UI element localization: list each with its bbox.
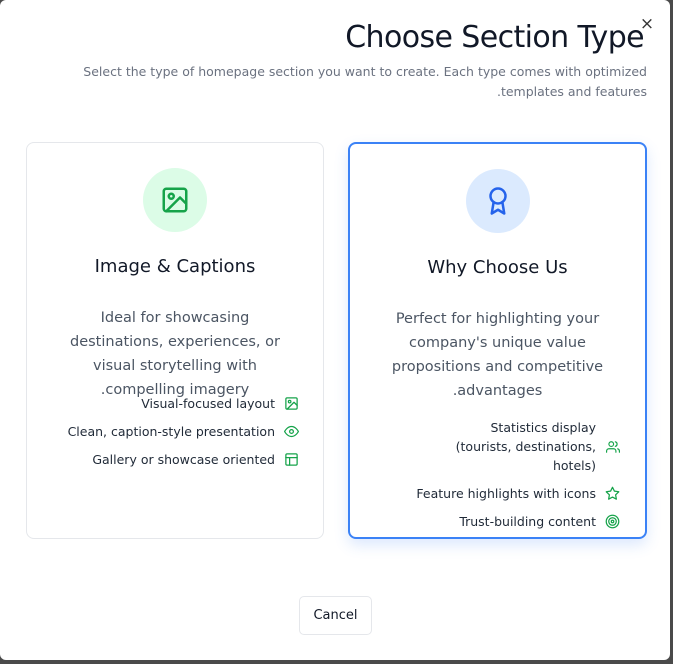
award-icon: [465, 169, 530, 233]
feature-item: Gallery or showcase oriented: [92, 450, 299, 469]
image-icon: [284, 396, 299, 411]
section-type-dialog: × Choose Section Type Select the type of…: [0, 0, 670, 660]
card-description: Perfect for highlighting your company's …: [391, 311, 604, 399]
feature-list: Statistics display (tourists, destinatio…: [416, 418, 620, 540]
section-type-card-image-captions[interactable]: Image & Captions Ideal for showcasing de…: [26, 142, 324, 539]
feature-label: Feature highlights with icons: [416, 486, 596, 501]
feature-label: Gallery or showcase oriented: [92, 452, 275, 467]
card-title: Why Choose Us: [427, 257, 568, 278]
eye-icon: [284, 424, 299, 439]
card-title: Image & Captions: [94, 256, 256, 277]
feature-item: Statistics display (tourists, destinatio…: [436, 418, 620, 475]
target-icon: [605, 514, 620, 529]
cancel-button[interactable]: Cancel: [299, 596, 372, 635]
dialog-title: Choose Section Type: [345, 20, 644, 55]
dialog-subtitle: Select the type of homepage section you …: [83, 64, 647, 99]
users-icon: [605, 439, 620, 454]
image-icon: [143, 168, 207, 232]
card-description: Ideal for showcasing destinations, exper…: [70, 310, 280, 398]
feature-label: Trust-building content: [459, 514, 596, 529]
layout-icon: [284, 452, 299, 467]
feature-item: Feature highlights with icons: [416, 484, 620, 503]
section-type-card-why-choose-us[interactable]: Why Choose Us Perfect for highlighting y…: [348, 142, 647, 539]
feature-item: Trust-building content: [459, 512, 620, 531]
feature-label: Clean, caption-style presentation: [67, 424, 275, 439]
feature-item: Visual-focused layout: [141, 394, 299, 413]
feature-list: Visual-focused layout Clean, caption-sty…: [68, 394, 299, 478]
feature-label: Visual-focused layout: [141, 396, 275, 411]
star-icon: [605, 486, 620, 501]
feature-label: Statistics display (tourists, destinatio…: [455, 420, 596, 473]
feature-item: Clean, caption-style presentation: [68, 422, 299, 441]
